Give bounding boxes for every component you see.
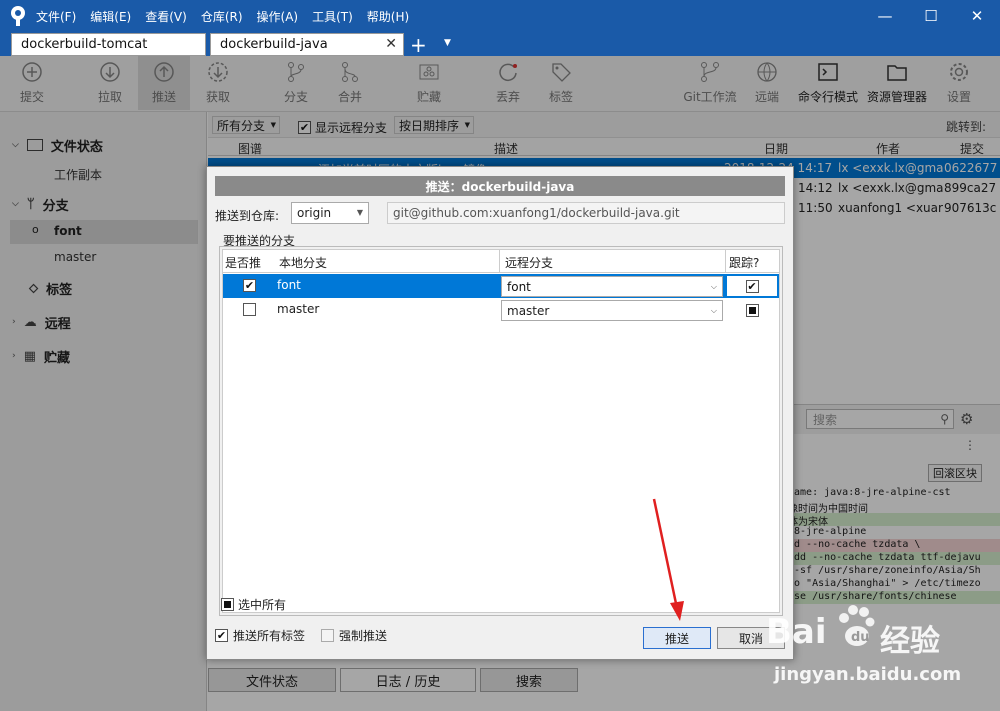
tab-dockerbuild-tomcat[interactable]: dockerbuild-tomcat: [11, 33, 206, 56]
col-remote-branch[interactable]: 远程分支: [505, 254, 553, 271]
remote-value: origin: [297, 206, 332, 220]
track-cell: ✔: [727, 276, 777, 296]
menu-tools[interactable]: 工具(T): [312, 8, 353, 25]
watermark-url: jingyan.baidu.com: [774, 664, 962, 685]
track-cell: [727, 300, 777, 320]
tab-close-icon[interactable]: ✕: [385, 36, 397, 52]
push-to-label: 推送到仓库:: [215, 209, 280, 223]
chevron-down-icon: ⌵: [710, 282, 717, 291]
force-push-toggle[interactable]: 强制推送: [321, 627, 387, 644]
tab-label: dockerbuild-tomcat: [21, 37, 148, 52]
tab-dockerbuild-java[interactable]: dockerbuild-java ✕: [210, 33, 404, 56]
col-local-branch[interactable]: 本地分支: [279, 254, 327, 271]
menu-view[interactable]: 查看(V): [145, 8, 187, 25]
table-row[interactable]: master master ⌵: [223, 298, 779, 322]
title-bar: 文件(F) 编辑(E) 查看(V) 仓库(R) 操作(A) 工具(T) 帮助(H…: [0, 0, 1000, 32]
sourcetree-logo-icon: [11, 6, 25, 26]
close-window-button[interactable]: ✕: [954, 0, 1000, 32]
watermark-brand2: 经验: [880, 624, 940, 659]
select-all-label: 选中所有: [238, 598, 287, 612]
branches-table-header: 是否推 本地分支 远程分支 跟踪?: [223, 250, 779, 273]
remote-branch-value: font: [507, 279, 531, 294]
push-dialog: 推送：dockerbuild-java 推送到仓库: origin ▼ git@…: [206, 166, 794, 660]
track-checkbox[interactable]: ✔: [745, 279, 759, 293]
svg-text:du: du: [851, 630, 870, 645]
push-checkbox[interactable]: ✔: [243, 279, 256, 292]
menu-bar: 文件(F) 编辑(E) 查看(V) 仓库(R) 操作(A) 工具(T) 帮助(H…: [36, 0, 423, 32]
chevron-down-icon: ▼: [356, 208, 363, 217]
dialog-title: 推送：dockerbuild-java: [215, 176, 785, 196]
menu-actions[interactable]: 操作(A): [257, 8, 299, 25]
remote-branch-select[interactable]: master ⌵: [501, 300, 723, 321]
remote-select[interactable]: origin ▼: [291, 202, 369, 224]
force-push-checkbox[interactable]: [321, 629, 334, 642]
menu-help[interactable]: 帮助(H): [367, 8, 409, 25]
tab-label: dockerbuild-java: [220, 37, 328, 52]
remote-branch-value: master: [507, 303, 550, 318]
select-all-toggle[interactable]: 选中所有: [221, 596, 286, 613]
remote-url-field: git@github.com:xuanfong1/dockerbuild-jav…: [387, 202, 785, 224]
menu-file[interactable]: 文件(F): [36, 8, 76, 25]
local-branch-name: font: [277, 278, 301, 292]
watermark-brand: Bai: [766, 612, 827, 652]
paw-logo-icon: du: [836, 604, 876, 650]
push-confirm-button[interactable]: 推送: [643, 627, 711, 649]
push-all-tags-checkbox[interactable]: ✔: [215, 629, 228, 642]
table-row[interactable]: ✔ font font ⌵ ✔: [223, 274, 779, 298]
push-all-tags-label: 推送所有标签: [233, 629, 306, 643]
local-branch-name: master: [277, 302, 320, 316]
baidu-watermark: Bai du 经验 jingyan.baidu.com: [760, 600, 996, 708]
col-divider: [499, 250, 500, 273]
add-tab-button[interactable]: +: [410, 33, 430, 57]
maximize-button[interactable]: ☐: [908, 0, 954, 32]
menu-edit[interactable]: 编辑(E): [90, 8, 131, 25]
col-track[interactable]: 跟踪?: [729, 254, 759, 271]
remote-branch-select[interactable]: font ⌵: [501, 276, 723, 297]
annotation-arrow-icon: [652, 498, 684, 621]
select-all-checkbox[interactable]: [221, 598, 234, 611]
col-push[interactable]: 是否推: [225, 254, 261, 271]
minimize-button[interactable]: —: [862, 0, 908, 32]
push-checkbox[interactable]: [243, 303, 256, 316]
push-all-tags-toggle[interactable]: ✔ 推送所有标签: [215, 627, 305, 644]
menu-repository[interactable]: 仓库(R): [201, 8, 243, 25]
chevron-down-icon: ⌵: [710, 306, 717, 315]
force-push-label: 强制推送: [339, 629, 388, 643]
track-checkbox[interactable]: [745, 303, 759, 317]
tab-dropdown-icon[interactable]: ▼: [444, 38, 451, 48]
col-divider: [725, 250, 726, 273]
